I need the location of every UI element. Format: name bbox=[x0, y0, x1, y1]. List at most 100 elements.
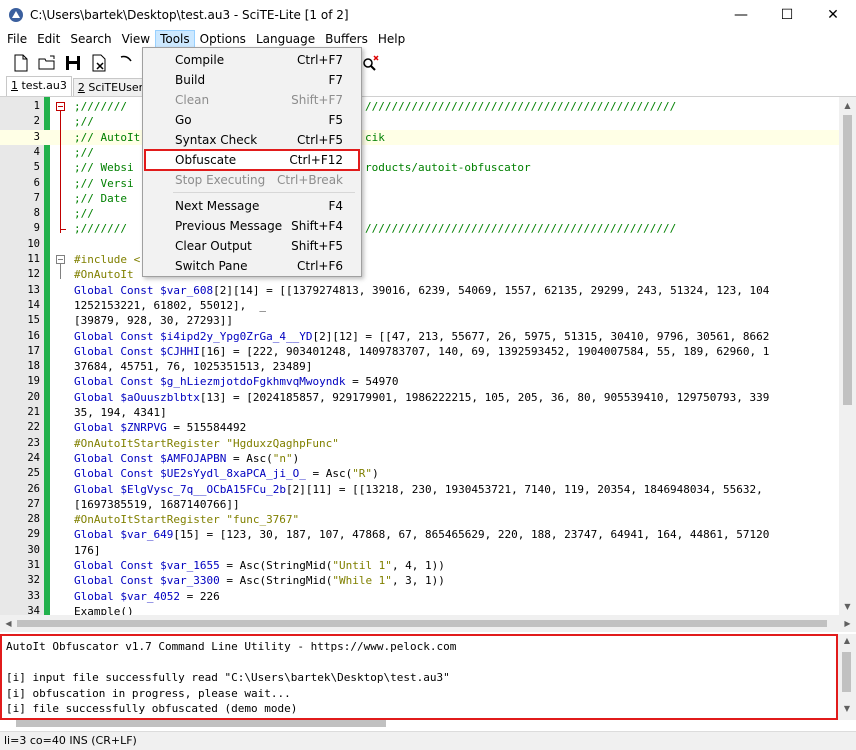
code-text: ;/////// bbox=[74, 222, 127, 236]
code-text-tail: ////////////////////////////////////////… bbox=[365, 222, 677, 236]
tools-menu-item-switch-pane[interactable]: Switch Pane Ctrl+F6 bbox=[145, 256, 359, 276]
code-line[interactable]: 18 37684, 45751, 76, 1025351513, 23489] bbox=[0, 359, 842, 374]
code-line[interactable]: 34 Example() bbox=[0, 604, 842, 615]
tools-menu-item-obfuscate[interactable]: Obfuscate Ctrl+F12 bbox=[144, 149, 360, 171]
code-line[interactable]: 8 ;// bbox=[0, 206, 842, 221]
new-file-icon[interactable] bbox=[10, 52, 32, 74]
fold-toggle-icon[interactable] bbox=[56, 255, 65, 264]
code-line[interactable]: 19 Global Const $g_hLiezmjotdoFgkhmvqMwoy… bbox=[0, 374, 842, 389]
code-line[interactable]: 25 Global Const $UE2sYydl_8xaPCA_ji_O_ = … bbox=[0, 466, 842, 481]
output-line: [i] input file successfully read "C:\Use… bbox=[6, 671, 450, 685]
line-number: 16 bbox=[27, 329, 40, 342]
code-line[interactable]: 9 ;/////// ///////////////////////////////… bbox=[0, 221, 842, 236]
scroll-left-arrow-icon[interactable]: ◀ bbox=[0, 615, 17, 632]
code-editor[interactable]: 1 ;//////////////////////////////////////… bbox=[0, 97, 856, 615]
code-line[interactable]: 26 Global $ElgVysc_7q__OCbA15FCu_2b[2][11… bbox=[0, 482, 842, 497]
code-line[interactable]: 30 176] bbox=[0, 543, 842, 558]
code-line[interactable]: 2 ;// bbox=[0, 114, 842, 129]
scrollbar-thumb[interactable] bbox=[16, 720, 386, 727]
tools-menu-item-build[interactable]: Build F7 bbox=[145, 70, 359, 90]
close-file-icon[interactable] bbox=[88, 52, 110, 74]
line-number: 29 bbox=[27, 528, 40, 541]
line-number: 34 bbox=[27, 604, 40, 615]
scroll-down-arrow-icon[interactable]: ▼ bbox=[838, 704, 856, 718]
line-number: 30 bbox=[27, 543, 40, 556]
scroll-down-arrow-icon[interactable]: ▼ bbox=[839, 598, 856, 615]
line-number: 23 bbox=[27, 436, 40, 449]
code-line[interactable]: 31 Global Const $var_1655 = Asc(StringMid… bbox=[0, 558, 842, 573]
open-folder-icon[interactable] bbox=[36, 52, 58, 74]
code-line[interactable]: 4 ;// bbox=[0, 145, 842, 160]
tools-menu-item-next-message[interactable]: Next Message F4 bbox=[145, 196, 359, 216]
code-line[interactable]: 23 #OnAutoItStartRegister "HgduxzQaghpFun… bbox=[0, 436, 842, 451]
code-line[interactable]: 22 Global $ZNRPVG = 515584492 bbox=[0, 420, 842, 435]
print-icon[interactable] bbox=[114, 52, 136, 74]
line-number: 13 bbox=[27, 283, 40, 296]
code-line[interactable]: 14 1252153221, 61802, 55012], _ bbox=[0, 298, 842, 313]
code-line[interactable]: 3 ;// AutoIt cik bbox=[0, 129, 842, 145]
menu-item-shortcut: Ctrl+F7 bbox=[297, 53, 343, 67]
save-icon[interactable] bbox=[62, 52, 84, 74]
code-line[interactable]: 10 bbox=[0, 237, 842, 252]
find-replace-icon[interactable] bbox=[360, 52, 382, 74]
code-line[interactable]: 24 Global Const $AMFOJAPBN = Asc("n") bbox=[0, 451, 842, 466]
code-line[interactable]: 15 [39879, 928, 30, 27293]] bbox=[0, 313, 842, 328]
output-vertical-scrollbar[interactable]: ▲ ▼ bbox=[838, 634, 856, 720]
code-text: Global Const $var_3300 = Asc(StringMid("… bbox=[74, 574, 445, 588]
line-number: 14 bbox=[27, 298, 40, 311]
code-line[interactable]: 32 Global Const $var_3300 = Asc(StringMid… bbox=[0, 573, 842, 588]
code-text: Global Const $AMFOJAPBN = Asc("n") bbox=[74, 451, 300, 465]
fold-guide bbox=[60, 111, 61, 234]
tools-menu-item-clean[interactable]: Clean Shift+F7 bbox=[145, 90, 359, 110]
editor-horizontal-scrollbar[interactable]: ◀ ▶ bbox=[0, 615, 856, 632]
tools-menu-item-syntax-check[interactable]: Syntax Check Ctrl+F5 bbox=[145, 130, 359, 150]
code-text: Global Const $var_608[2][14] = [[1379274… bbox=[74, 283, 770, 297]
output-pane[interactable]: AutoIt Obfuscator v1.7 Command Line Util… bbox=[0, 634, 838, 720]
code-line[interactable]: 7 ;// Date bbox=[0, 191, 842, 206]
code-line[interactable]: 12 #OnAutoIt bbox=[0, 267, 842, 282]
close-window-button[interactable]: ✕ bbox=[810, 0, 856, 30]
code-line[interactable]: 5 ;// Websi roducts/autoit-obfuscator bbox=[0, 160, 842, 175]
line-number: 17 bbox=[27, 344, 40, 357]
code-text: ;// bbox=[74, 145, 94, 159]
code-line[interactable]: 28 #OnAutoItStartRegister "func_3767" bbox=[0, 512, 842, 527]
scrollbar-thumb[interactable] bbox=[17, 620, 827, 627]
minimize-button[interactable]: — bbox=[718, 0, 764, 30]
editor-vertical-scrollbar[interactable]: ▲ ▼ bbox=[839, 97, 856, 615]
menu-item-shortcut: Shift+F5 bbox=[291, 239, 343, 253]
code-line[interactable]: 29 Global $var_649[15] = [123, 30, 187, 1… bbox=[0, 527, 842, 542]
menu-edit[interactable]: Edit bbox=[32, 30, 65, 49]
code-line[interactable]: 20 Global $aOuuszblbtx[13] = [2024185857,… bbox=[0, 390, 842, 405]
menu-search[interactable]: Search bbox=[65, 30, 116, 49]
scite-app-icon[interactable] bbox=[8, 7, 24, 23]
scroll-up-arrow-icon[interactable]: ▲ bbox=[838, 636, 856, 650]
code-line[interactable]: 33 Global $var_4052 = 226 bbox=[0, 589, 842, 604]
code-line[interactable]: 1 ;/////// ///////////////////////////////… bbox=[0, 99, 842, 114]
tools-menu-item-compile[interactable]: Compile Ctrl+F7 bbox=[145, 50, 359, 70]
tab-test-au3[interactable]: 1 test.au3 bbox=[6, 76, 72, 96]
maximize-button[interactable]: ☐ bbox=[764, 0, 810, 30]
menu-file[interactable]: File bbox=[2, 30, 32, 49]
tools-menu-item-clear-output[interactable]: Clear Output Shift+F5 bbox=[145, 236, 359, 256]
menu-help[interactable]: Help bbox=[373, 30, 410, 49]
scroll-right-arrow-icon[interactable]: ▶ bbox=[839, 615, 856, 632]
line-number: 4 bbox=[33, 145, 40, 158]
code-line[interactable]: 13 Global Const $var_608[2][14] = [[13792… bbox=[0, 283, 842, 298]
output-horizontal-scrollbar[interactable] bbox=[2, 716, 838, 730]
code-line[interactable]: 21 35, 194, 4341] bbox=[0, 405, 842, 420]
tools-menu-item-go[interactable]: Go F5 bbox=[145, 110, 359, 130]
tools-menu-item-stop-executing[interactable]: Stop Executing Ctrl+Break bbox=[145, 170, 359, 190]
code-text: [1697385519, 1687140766]] bbox=[74, 497, 240, 511]
code-line[interactable]: 16 Global Const $i4ipd2y_Ypg0ZrGa_4__YD[2… bbox=[0, 329, 842, 344]
tools-menu-item-previous-message[interactable]: Previous Message Shift+F4 bbox=[145, 216, 359, 236]
code-line[interactable]: 11 #include < bbox=[0, 252, 842, 267]
scrollbar-thumb[interactable] bbox=[842, 652, 851, 692]
scrollbar-thumb[interactable] bbox=[843, 115, 852, 405]
code-line[interactable]: 17 Global Const $CJHHI[16] = [222, 903401… bbox=[0, 344, 842, 359]
code-text: 35, 194, 4341] bbox=[74, 406, 167, 419]
code-line[interactable]: 6 ;// Versi bbox=[0, 176, 842, 191]
code-line[interactable]: 27 [1697385519, 1687140766]] bbox=[0, 497, 842, 512]
scroll-up-arrow-icon[interactable]: ▲ bbox=[839, 97, 856, 114]
code-text: 37684, 45751, 76, 1025351513, 23489] bbox=[74, 360, 313, 374]
fold-toggle-icon[interactable] bbox=[56, 102, 65, 111]
